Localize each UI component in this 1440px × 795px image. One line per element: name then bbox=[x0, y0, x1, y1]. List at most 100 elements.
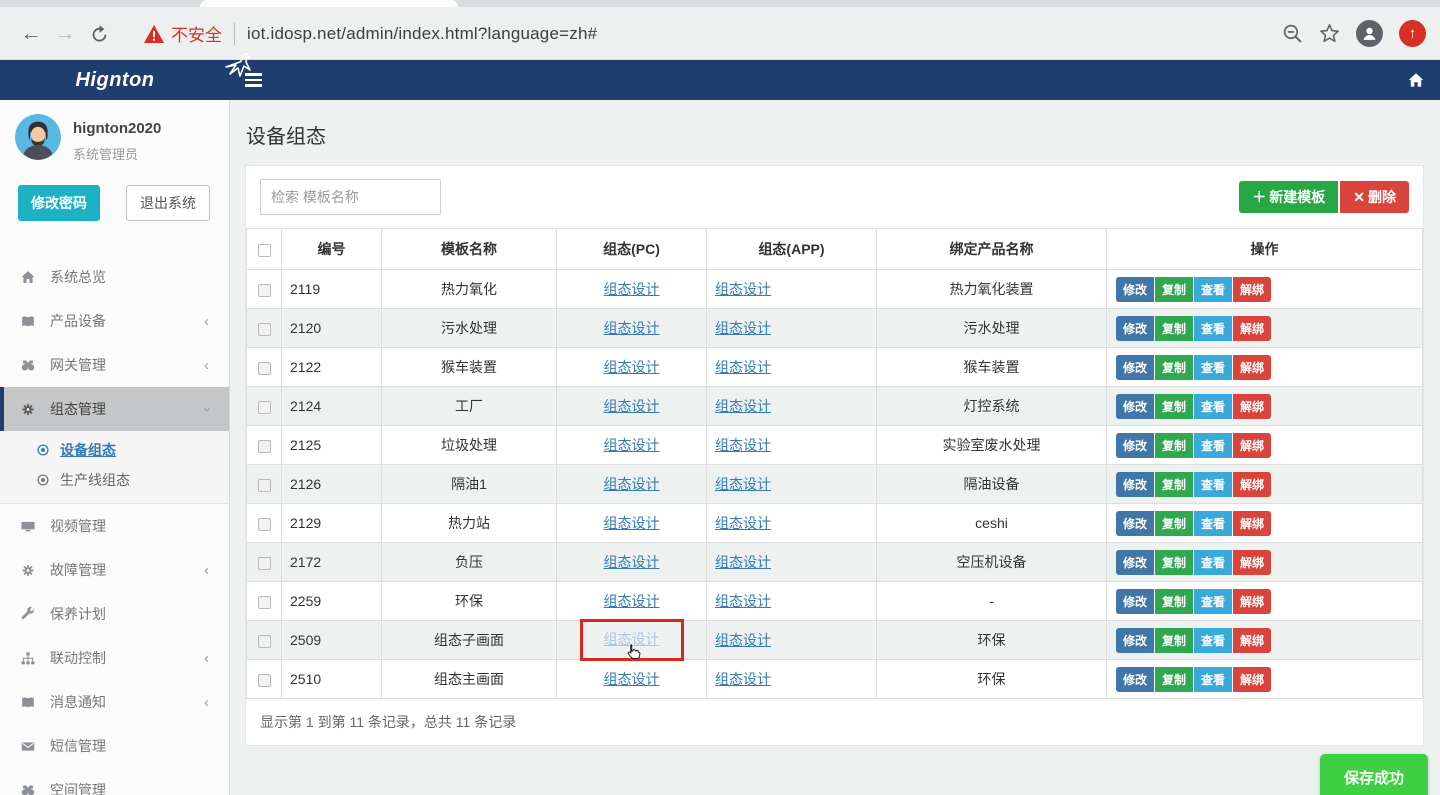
row-checkbox[interactable] bbox=[258, 401, 271, 414]
avatar[interactable] bbox=[15, 114, 61, 160]
browser-update-icon[interactable]: ↑ bbox=[1399, 20, 1426, 47]
action-unbind-button[interactable]: 解绑 bbox=[1233, 355, 1271, 380]
sidebar-item-sms[interactable]: 短信管理 bbox=[0, 724, 229, 768]
app-design-link[interactable]: 组态设计 bbox=[715, 281, 771, 297]
action-edit-button[interactable]: 修改 bbox=[1116, 511, 1154, 536]
sidebar-subitem-device-scada[interactable]: 设备组态 bbox=[0, 435, 229, 465]
action-view-button[interactable]: 查看 bbox=[1194, 394, 1232, 419]
sidebar-item-message[interactable]: 消息通知‹ bbox=[0, 680, 229, 724]
action-copy-button[interactable]: 复制 bbox=[1155, 394, 1193, 419]
pc-design-link[interactable]: 组态设计 bbox=[604, 398, 660, 414]
sidebar-item-fault[interactable]: 故障管理‹ bbox=[0, 548, 229, 592]
action-edit-button[interactable]: 修改 bbox=[1116, 472, 1154, 497]
action-view-button[interactable]: 查看 bbox=[1194, 355, 1232, 380]
sidebar-subitem-line-scada[interactable]: 生产线组态 bbox=[0, 465, 229, 495]
pc-design-link[interactable]: 组态设计 bbox=[604, 320, 660, 336]
row-checkbox[interactable] bbox=[258, 323, 271, 336]
browser-profile-icon[interactable] bbox=[1356, 20, 1383, 47]
action-view-button[interactable]: 查看 bbox=[1194, 550, 1232, 575]
row-checkbox[interactable] bbox=[258, 440, 271, 453]
row-checkbox[interactable] bbox=[258, 674, 271, 687]
action-view-button[interactable]: 查看 bbox=[1194, 589, 1232, 614]
action-view-button[interactable]: 查看 bbox=[1194, 472, 1232, 497]
pc-design-link[interactable]: 组态设计 bbox=[604, 281, 660, 297]
action-unbind-button[interactable]: 解绑 bbox=[1233, 433, 1271, 458]
action-unbind-button[interactable]: 解绑 bbox=[1233, 628, 1271, 653]
pc-design-link[interactable]: 组态设计 bbox=[604, 476, 660, 492]
browser-back-icon[interactable]: ← bbox=[14, 17, 48, 51]
action-edit-button[interactable]: 修改 bbox=[1116, 394, 1154, 419]
create-template-button[interactable]: ＋新建模板 bbox=[1239, 181, 1338, 213]
security-indicator[interactable]: 不安全 bbox=[144, 21, 222, 46]
app-design-link[interactable]: 组态设计 bbox=[715, 398, 771, 414]
app-design-link[interactable]: 组态设计 bbox=[715, 359, 771, 375]
action-copy-button[interactable]: 复制 bbox=[1155, 355, 1193, 380]
row-checkbox[interactable] bbox=[258, 635, 271, 648]
sidebar-item-overview[interactable]: 系统总览 bbox=[0, 255, 229, 299]
sidebar-item-products[interactable]: 产品设备‹ bbox=[0, 299, 229, 343]
sidebar-item-linkage[interactable]: 联动控制‹ bbox=[0, 636, 229, 680]
app-design-link[interactable]: 组态设计 bbox=[715, 593, 771, 609]
action-unbind-button[interactable]: 解绑 bbox=[1233, 511, 1271, 536]
select-all-checkbox[interactable] bbox=[258, 244, 271, 257]
action-copy-button[interactable]: 复制 bbox=[1155, 277, 1193, 302]
sidebar-item-gateway[interactable]: 网关管理‹ bbox=[0, 343, 229, 387]
action-copy-button[interactable]: 复制 bbox=[1155, 589, 1193, 614]
action-copy-button[interactable]: 复制 bbox=[1155, 667, 1193, 692]
zoom-out-icon[interactable] bbox=[1282, 23, 1303, 44]
app-design-link[interactable]: 组态设计 bbox=[715, 476, 771, 492]
delete-button[interactable]: ✕删除 bbox=[1340, 181, 1409, 213]
search-input[interactable] bbox=[260, 179, 441, 215]
row-checkbox[interactable] bbox=[258, 362, 271, 375]
sidebar-item-space[interactable]: 空间管理 bbox=[0, 768, 229, 795]
action-view-button[interactable]: 查看 bbox=[1194, 433, 1232, 458]
action-edit-button[interactable]: 修改 bbox=[1116, 589, 1154, 614]
app-design-link[interactable]: 组态设计 bbox=[715, 320, 771, 336]
action-view-button[interactable]: 查看 bbox=[1194, 628, 1232, 653]
action-edit-button[interactable]: 修改 bbox=[1116, 433, 1154, 458]
action-view-button[interactable]: 查看 bbox=[1194, 316, 1232, 341]
action-edit-button[interactable]: 修改 bbox=[1116, 667, 1154, 692]
pc-design-link[interactable]: 组态设计 bbox=[604, 671, 660, 687]
action-copy-button[interactable]: 复制 bbox=[1155, 511, 1193, 536]
brand-logo[interactable]: Hignton bbox=[0, 60, 230, 100]
action-unbind-button[interactable]: 解绑 bbox=[1233, 394, 1271, 419]
action-edit-button[interactable]: 修改 bbox=[1116, 628, 1154, 653]
browser-reload-icon[interactable] bbox=[82, 17, 116, 51]
pc-design-link[interactable]: 组态设计 bbox=[604, 554, 660, 570]
pc-design-link[interactable]: 组态设计 bbox=[604, 437, 660, 453]
browser-active-tab[interactable] bbox=[200, 0, 458, 7]
sidebar-item-video[interactable]: 视频管理 bbox=[0, 504, 229, 548]
pc-design-link[interactable]: 组态设计 bbox=[604, 359, 660, 375]
app-design-link[interactable]: 组态设计 bbox=[715, 554, 771, 570]
row-checkbox[interactable] bbox=[258, 518, 271, 531]
app-design-link[interactable]: 组态设计 bbox=[715, 632, 771, 648]
action-edit-button[interactable]: 修改 bbox=[1116, 316, 1154, 341]
action-unbind-button[interactable]: 解绑 bbox=[1233, 277, 1271, 302]
action-copy-button[interactable]: 复制 bbox=[1155, 433, 1193, 458]
sidebar-item-scada[interactable]: 组态管理‹ bbox=[0, 387, 229, 431]
action-edit-button[interactable]: 修改 bbox=[1116, 355, 1154, 380]
row-checkbox[interactable] bbox=[258, 557, 271, 570]
action-view-button[interactable]: 查看 bbox=[1194, 511, 1232, 536]
pc-design-link[interactable]: 组态设计 bbox=[604, 593, 660, 609]
app-design-link[interactable]: 组态设计 bbox=[715, 515, 771, 531]
action-copy-button[interactable]: 复制 bbox=[1155, 628, 1193, 653]
action-copy-button[interactable]: 复制 bbox=[1155, 472, 1193, 497]
bookmark-star-icon[interactable] bbox=[1319, 23, 1340, 44]
app-design-link[interactable]: 组态设计 bbox=[715, 437, 771, 453]
action-edit-button[interactable]: 修改 bbox=[1116, 550, 1154, 575]
action-unbind-button[interactable]: 解绑 bbox=[1233, 316, 1271, 341]
action-copy-button[interactable]: 复制 bbox=[1155, 316, 1193, 341]
change-password-button[interactable]: 修改密码 bbox=[18, 185, 100, 221]
sidebar-item-maintenance[interactable]: 保养计划 bbox=[0, 592, 229, 636]
app-design-link[interactable]: 组态设计 bbox=[715, 671, 771, 687]
action-copy-button[interactable]: 复制 bbox=[1155, 550, 1193, 575]
home-icon[interactable] bbox=[1392, 60, 1440, 100]
action-view-button[interactable]: 查看 bbox=[1194, 667, 1232, 692]
action-unbind-button[interactable]: 解绑 bbox=[1233, 667, 1271, 692]
row-checkbox[interactable] bbox=[258, 596, 271, 609]
action-edit-button[interactable]: 修改 bbox=[1116, 277, 1154, 302]
row-checkbox[interactable] bbox=[258, 284, 271, 297]
pc-design-link[interactable]: 组态设计 bbox=[604, 515, 660, 531]
